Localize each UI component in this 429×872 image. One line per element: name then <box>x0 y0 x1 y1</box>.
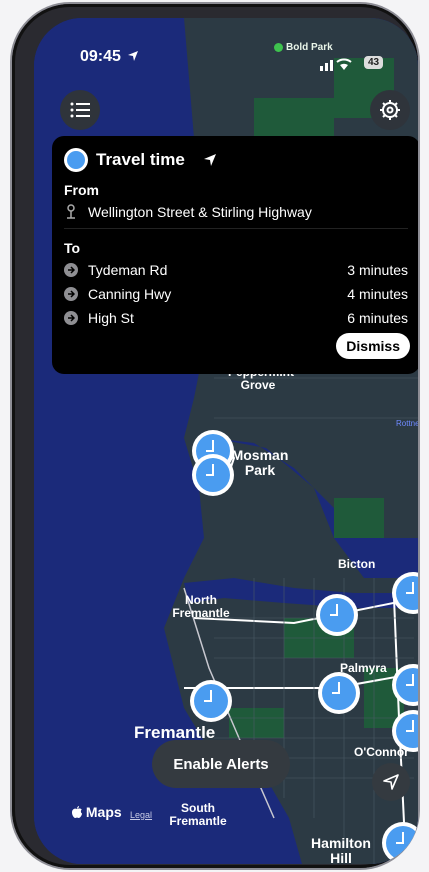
from-label: From <box>64 182 99 198</box>
destination-name: Canning Hwy <box>88 286 172 302</box>
island-text: Bold Park <box>286 42 333 53</box>
stop-pin[interactable] <box>190 680 232 722</box>
stop-sign-icon <box>67 204 75 219</box>
map-label-rottnest: Rottne <box>396 419 418 428</box>
card-divider <box>64 228 408 229</box>
map-label-hamilton-hill: Hamilton Hill <box>311 835 371 864</box>
maps-logo: Maps <box>72 804 122 820</box>
stop-pin[interactable] <box>192 454 234 496</box>
battery-indicator: 43 <box>364 56 384 69</box>
stop-pin[interactable] <box>318 672 360 714</box>
maps-brand-text: Maps <box>85 804 122 820</box>
map-label-mosman-park: Mosman Park <box>231 447 289 478</box>
arrow-circle-icon <box>64 311 78 325</box>
menu-button[interactable] <box>60 90 100 130</box>
navigation-arrow-icon <box>203 154 216 166</box>
clock-text: 09:45 <box>80 48 121 65</box>
destination-time: 6 minutes <box>347 310 408 326</box>
locate-button[interactable] <box>372 763 410 801</box>
destination-time: 4 minutes <box>347 286 408 302</box>
to-label: To <box>64 240 81 256</box>
gear-icon <box>380 100 400 120</box>
phone-frame: Peppermint Grove Mosman Park North Frema… <box>12 4 418 868</box>
from-stop-name: Wellington Street & Stirling Highway <box>88 204 312 220</box>
apple-logo-icon <box>72 806 82 818</box>
stop-pin[interactable] <box>382 822 418 864</box>
status-bar: 09:45 Bold Park 43 <box>34 42 418 72</box>
dismiss-button[interactable]: Dismiss <box>336 333 410 359</box>
location-arrow-icon <box>383 774 399 790</box>
legal-link[interactable]: Legal <box>130 810 152 820</box>
destination-time: 3 minutes <box>347 262 408 278</box>
travel-time-icon <box>64 148 88 172</box>
destination-name: High St <box>88 310 134 326</box>
settings-button[interactable] <box>370 90 410 130</box>
enable-alerts-button[interactable]: Enable Alerts <box>152 740 290 788</box>
map-label-north-fremantle: North Fremantle <box>172 593 230 620</box>
screen: Peppermint Grove Mosman Park North Frema… <box>34 18 418 864</box>
stop-pin[interactable] <box>316 594 358 636</box>
destination-row[interactable]: High St 6 minutes <box>64 310 408 326</box>
dynamic-island-label: Bold Park <box>274 42 333 53</box>
green-dot-icon <box>274 42 283 52</box>
travel-time-card: Travel time From Wellington Street & Sti… <box>52 136 418 374</box>
location-arrow-icon <box>128 51 139 61</box>
destination-name: Tydeman Rd <box>88 262 168 278</box>
from-stop-row: Wellington Street & Stirling Highway <box>64 204 408 220</box>
arrow-circle-icon <box>64 263 78 277</box>
list-icon <box>70 102 90 118</box>
card-header: Travel time <box>64 148 217 172</box>
status-time: 09:45 <box>80 48 139 66</box>
card-title: Travel time <box>96 150 185 169</box>
map-label-bicton: Bicton <box>338 557 376 571</box>
destination-row[interactable]: Tydeman Rd 3 minutes <box>64 262 408 278</box>
signal-wifi-icon <box>320 58 352 71</box>
destination-row[interactable]: Canning Hwy 4 minutes <box>64 286 408 302</box>
arrow-circle-icon <box>64 287 78 301</box>
map-label-south-fremantle: South Fremantle <box>169 801 227 828</box>
